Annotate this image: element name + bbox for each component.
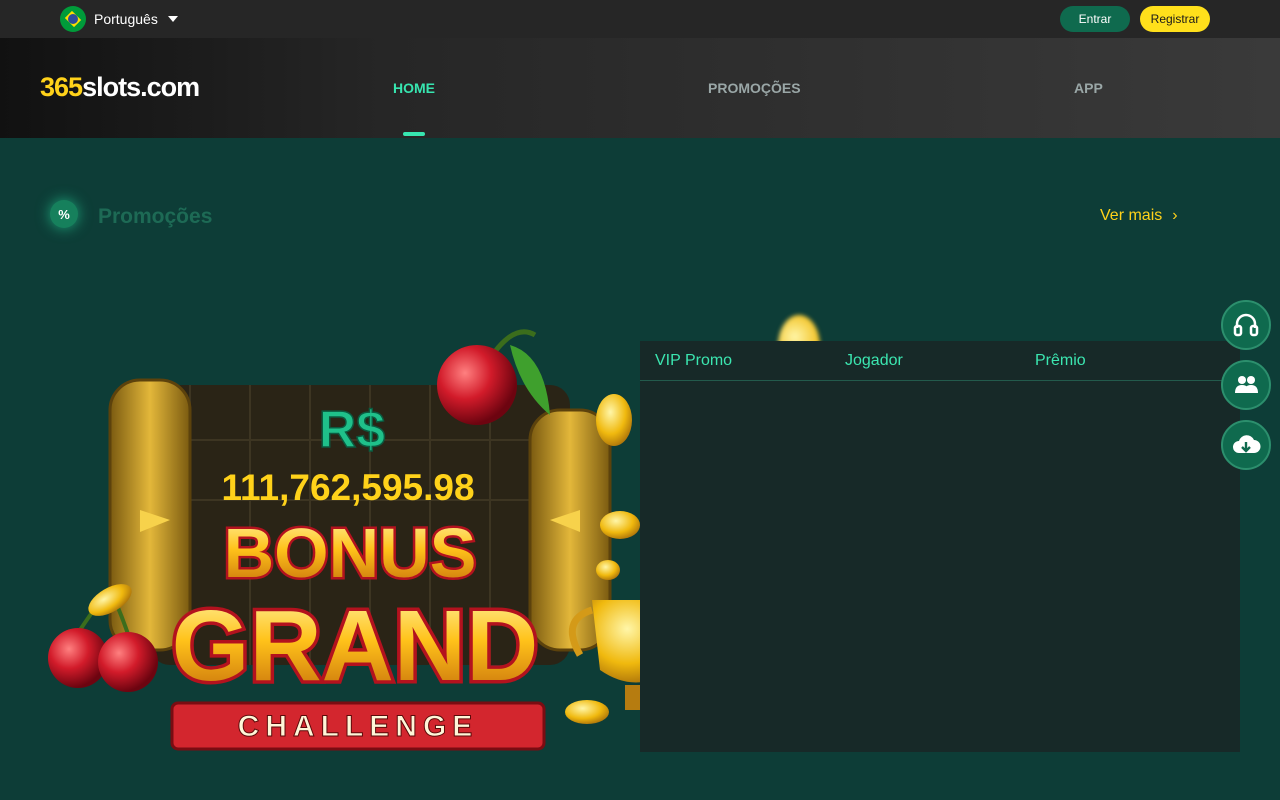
column-header-vip-promo: VIP Promo (655, 351, 733, 369)
grand-title: GRAND (172, 590, 539, 702)
column-header-prize: Prêmio (1035, 351, 1086, 369)
cherry-icon (437, 345, 517, 425)
vip-promo-table: VIP Promo Jogador Prêmio (640, 341, 1240, 752)
chevron-right-icon: › (1172, 207, 1178, 224)
jackpot-amount: 111,762,595.98 (221, 467, 474, 508)
bonus-title: BONUS (224, 514, 477, 592)
section-title: Promoções (98, 205, 213, 228)
nav-app[interactable]: APP (1074, 80, 1103, 96)
coin-icon (596, 394, 632, 446)
cloud-download-icon (1233, 435, 1261, 453)
coin-icon (565, 700, 609, 724)
currency-symbol: R$ (319, 401, 386, 459)
active-nav-indicator (403, 132, 425, 136)
challenge-title: CHALLENGE (238, 710, 479, 743)
see-more-link[interactable]: Ver mais › (1100, 207, 1178, 225)
referral-button[interactable] (1221, 360, 1271, 410)
bonus-grand-challenge-banner[interactable]: R$ 111,762,595.98 BONUS GRAND CHALLENGE (40, 300, 740, 760)
site-logo[interactable]: 365slots.com (40, 72, 200, 103)
promotion-badge-icon: % (50, 200, 78, 228)
main-header: 365slots.com HOME PROMOÇÕES APP (0, 38, 1280, 138)
users-icon (1235, 376, 1258, 393)
coin-icon (600, 511, 640, 539)
brazil-flag-icon (60, 6, 86, 32)
table-header-row: VIP Promo Jogador Prêmio (640, 341, 1240, 381)
top-bar: Português Entrar Registrar (0, 0, 1280, 38)
chevron-down-icon (167, 16, 178, 22)
login-button[interactable]: Entrar (1060, 6, 1130, 32)
language-label: Português (94, 11, 158, 27)
cherry-icon (98, 632, 158, 692)
download-app-button[interactable] (1221, 420, 1271, 470)
headset-icon (1233, 313, 1259, 337)
see-more-label: Ver mais (1100, 207, 1163, 224)
language-selector[interactable]: Português (60, 6, 178, 32)
column-header-player: Jogador (845, 351, 903, 369)
coin-icon (596, 560, 620, 580)
register-button[interactable]: Registrar (1140, 6, 1210, 32)
nav-home[interactable]: HOME (393, 80, 435, 96)
nav-promotions[interactable]: PROMOÇÕES (708, 80, 801, 96)
support-button[interactable] (1221, 300, 1271, 350)
